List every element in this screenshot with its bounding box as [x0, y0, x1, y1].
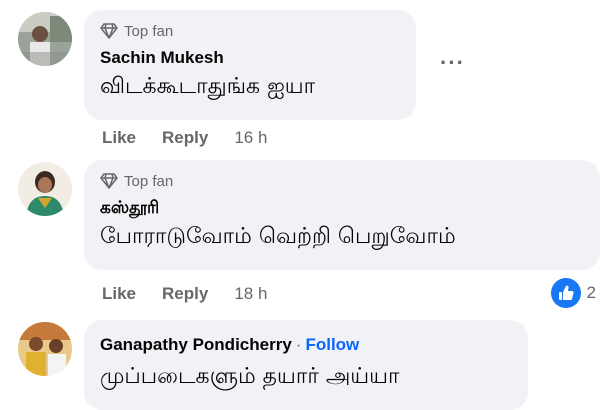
avatar[interactable]: [18, 12, 72, 66]
reaction-summary[interactable]: 2: [550, 278, 596, 308]
comment-bubble: Ganapathy Pondicherry · Follow முப்படைகள…: [84, 320, 528, 410]
avatar[interactable]: [18, 322, 72, 376]
comment-bubble: Top fan கஸ்தூரி போராடுவோம் வெற்றி பெறுவோ…: [84, 160, 600, 270]
more-options-icon[interactable]: ···: [440, 50, 465, 76]
follow-button[interactable]: Follow: [305, 332, 359, 358]
comment-actions: Like Reply 16 h: [102, 126, 267, 150]
diamond-icon: [100, 173, 118, 189]
comment-bubble: Top fan Sachin Mukesh விடக்கூடாதுங்க ஐயா: [84, 10, 416, 120]
top-fan-badge: Top fan: [100, 170, 584, 192]
comment-text: முப்படைகளும் தயார் அய்யா: [100, 364, 400, 389]
comment-timestamp[interactable]: 18 h: [234, 284, 267, 304]
like-button[interactable]: Like: [102, 128, 136, 148]
comment-timestamp[interactable]: 16 h: [234, 128, 267, 148]
reply-button[interactable]: Reply: [162, 284, 208, 304]
comment-text: விடக்கூடாதுங்க ஐயா: [100, 74, 316, 99]
reply-button[interactable]: Reply: [162, 128, 208, 148]
comment-author[interactable]: Ganapathy Pondicherry: [100, 333, 292, 357]
comment-author-row: Ganapathy Pondicherry · Follow: [100, 332, 512, 358]
reaction-count: 2: [586, 283, 596, 302]
diamond-icon: [100, 23, 118, 39]
like-button[interactable]: Like: [102, 284, 136, 304]
comment-author[interactable]: கஸ்தூரி: [100, 196, 584, 220]
avatar[interactable]: [18, 162, 72, 216]
badge-label: Top fan: [124, 22, 174, 40]
top-fan-badge: Top fan: [100, 20, 400, 42]
comment-text: போராடுவோம் வெற்றி பெறுவோம்: [100, 224, 456, 249]
like-reaction-icon: [550, 278, 581, 308]
comment-author[interactable]: Sachin Mukesh: [100, 46, 400, 70]
badge-label: Top fan: [124, 172, 174, 190]
comment-actions: Like Reply 18 h: [102, 282, 267, 306]
separator-dot: ·: [295, 335, 302, 354]
